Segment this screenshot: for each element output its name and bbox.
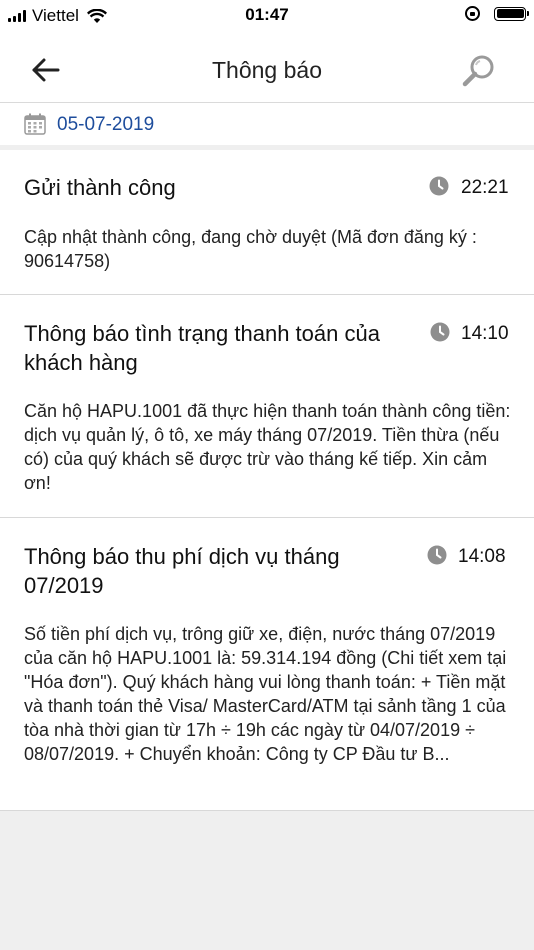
notification-body: Số tiền phí dịch vụ, trông giữ xe, điện,… [24,624,507,764]
status-bar: Viettel 01:47 [0,0,534,34]
notification-item[interactable]: Thông báo tình trạng thanh toán của khác… [0,295,534,518]
notification-time: 22:21 [461,177,509,198]
notification-time: 14:08 [458,546,506,567]
status-right [465,6,529,21]
battery-icon [494,6,529,21]
date-filter[interactable]: 05-07-2019 [0,103,534,145]
page-title: Thông báo [212,57,322,83]
notification-title: Gửi thành công [24,175,176,200]
notification-list: Gửi thành công 22:21 Cập nhật thành công… [0,150,534,811]
notification-time: 14:10 [461,323,509,344]
search-icon[interactable] [462,54,496,88]
calendar-icon [24,113,46,135]
clock-icon [429,176,449,196]
notification-item[interactable]: Gửi thành công 22:21 Cập nhật thành công… [0,150,534,295]
notification-title: Thông báo thu phí dịch vụ tháng 07/2019 [24,544,340,598]
notification-item[interactable]: Thông báo thu phí dịch vụ tháng 07/2019 … [0,518,534,811]
date-value[interactable]: 05-07-2019 [57,114,154,136]
orientation-lock-icon [465,6,480,21]
notification-title: Thông báo tình trạng thanh toán của khác… [24,321,380,375]
status-time: 01:47 [245,5,289,24]
header: Thông báo [0,34,534,103]
clock-icon [430,322,450,342]
clock-icon [427,545,447,565]
notification-body: Căn hộ HAPU.1001 đã thực hiện thanh toán… [24,401,511,493]
notification-body: Cập nhật thành công, đang chờ duyệt (Mã … [24,227,477,271]
